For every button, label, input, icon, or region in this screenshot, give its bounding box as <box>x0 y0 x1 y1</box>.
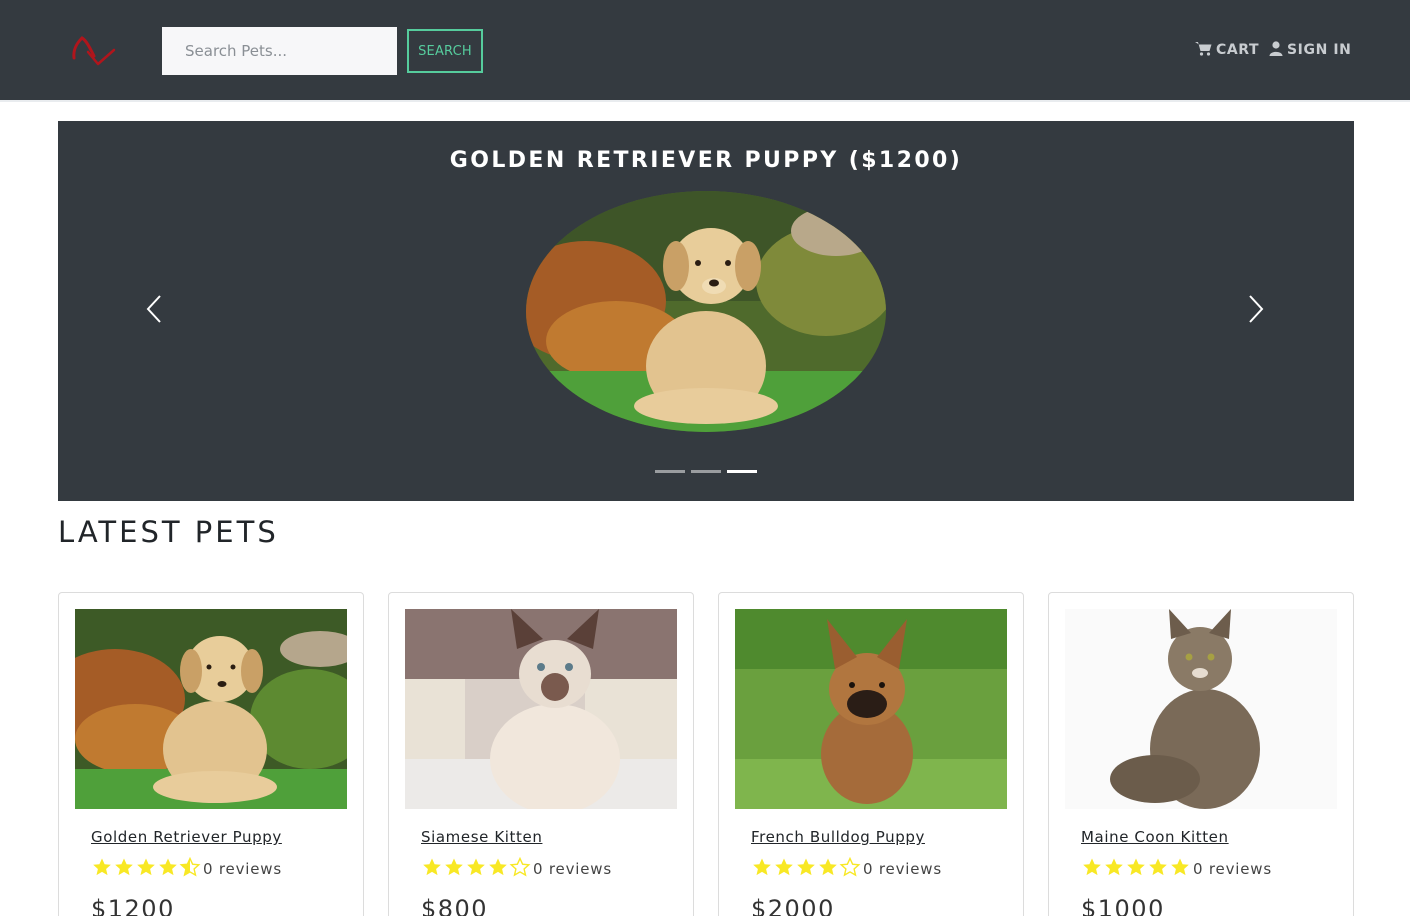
review-count: 0 reviews <box>203 860 282 878</box>
product-card: Siamese Kitten 0 reviews $800 <box>388 592 694 916</box>
star-full-icon <box>487 857 509 877</box>
signin-label: SIGN IN <box>1287 42 1352 58</box>
rating-stars <box>751 856 861 881</box>
rating-stars <box>421 856 531 881</box>
star-full-icon <box>773 857 795 877</box>
star-full-icon <box>751 857 773 877</box>
product-rating: 0 reviews <box>91 856 282 881</box>
star-full-icon <box>1169 857 1191 877</box>
product-image[interactable] <box>735 609 1007 809</box>
product-title-link[interactable]: Golden Retriever Puppy <box>91 828 282 846</box>
product-price: $1000 <box>1081 895 1165 916</box>
star-half-icon <box>179 856 201 877</box>
product-card: Maine Coon Kitten 0 reviews $1000 <box>1048 592 1354 916</box>
cart-icon <box>1195 41 1216 60</box>
user-icon <box>1269 40 1287 60</box>
review-count: 0 reviews <box>863 860 942 878</box>
product-title-link[interactable]: Siamese Kitten <box>421 828 542 846</box>
carousel-indicator-active[interactable] <box>727 470 757 473</box>
carousel-indicator[interactable] <box>655 470 685 473</box>
signin-link[interactable]: SIGN IN <box>1269 39 1352 61</box>
product-image[interactable] <box>405 609 677 809</box>
star-full-icon <box>1103 857 1125 877</box>
search-input[interactable] <box>162 27 397 75</box>
product-title-link[interactable]: Maine Coon Kitten <box>1081 828 1229 846</box>
pet-logo-icon[interactable] <box>68 28 120 72</box>
star-full-icon <box>135 857 157 877</box>
cart-label: CART <box>1216 42 1260 58</box>
product-price: $2000 <box>751 895 835 916</box>
carousel-prev-button[interactable] <box>135 291 175 331</box>
star-full-icon <box>1125 857 1147 877</box>
cart-link[interactable]: CART <box>1195 39 1259 61</box>
product-image[interactable] <box>75 609 347 809</box>
product-rating: 0 reviews <box>421 856 612 881</box>
carousel-next-button[interactable] <box>1235 291 1275 331</box>
product-price: $800 <box>421 895 489 916</box>
navbar: SEARCH CART SIGN IN <box>0 0 1410 102</box>
star-full-icon <box>91 857 113 877</box>
review-count: 0 reviews <box>1193 860 1272 878</box>
star-empty-icon <box>839 856 861 877</box>
product-price: $1200 <box>91 895 175 916</box>
product-card: French Bulldog Puppy 0 reviews $2000 <box>718 592 1024 916</box>
star-full-icon <box>157 857 179 877</box>
star-full-icon <box>795 857 817 877</box>
rating-stars <box>91 856 201 881</box>
star-full-icon <box>113 857 135 877</box>
product-rating: 0 reviews <box>751 856 942 881</box>
carousel-image-golden-retriever[interactable] <box>526 191 886 432</box>
star-full-icon <box>421 857 443 877</box>
carousel-indicator[interactable] <box>691 470 721 473</box>
star-full-icon <box>1081 857 1103 877</box>
chevron-right-icon <box>1245 294 1265 328</box>
product-card: Golden Retriever Puppy 0 reviews $1200 <box>58 592 364 916</box>
chevron-left-icon <box>145 294 165 328</box>
carousel-caption[interactable]: GOLDEN RETRIEVER PUPPY ($1200) <box>58 148 1354 173</box>
review-count: 0 reviews <box>533 860 612 878</box>
featured-carousel: GOLDEN RETRIEVER PUPPY ($1200) <box>58 121 1354 501</box>
carousel-indicators <box>58 470 1354 473</box>
star-empty-icon <box>509 856 531 877</box>
star-full-icon <box>443 857 465 877</box>
section-title: LATEST PETS <box>58 515 279 549</box>
search-button[interactable]: SEARCH <box>407 29 483 73</box>
star-full-icon <box>1147 857 1169 877</box>
product-image[interactable] <box>1065 609 1337 809</box>
star-full-icon <box>817 857 839 877</box>
rating-stars <box>1081 857 1191 881</box>
product-title-link[interactable]: French Bulldog Puppy <box>751 828 925 846</box>
product-rating: 0 reviews <box>1081 857 1272 881</box>
star-full-icon <box>465 857 487 877</box>
